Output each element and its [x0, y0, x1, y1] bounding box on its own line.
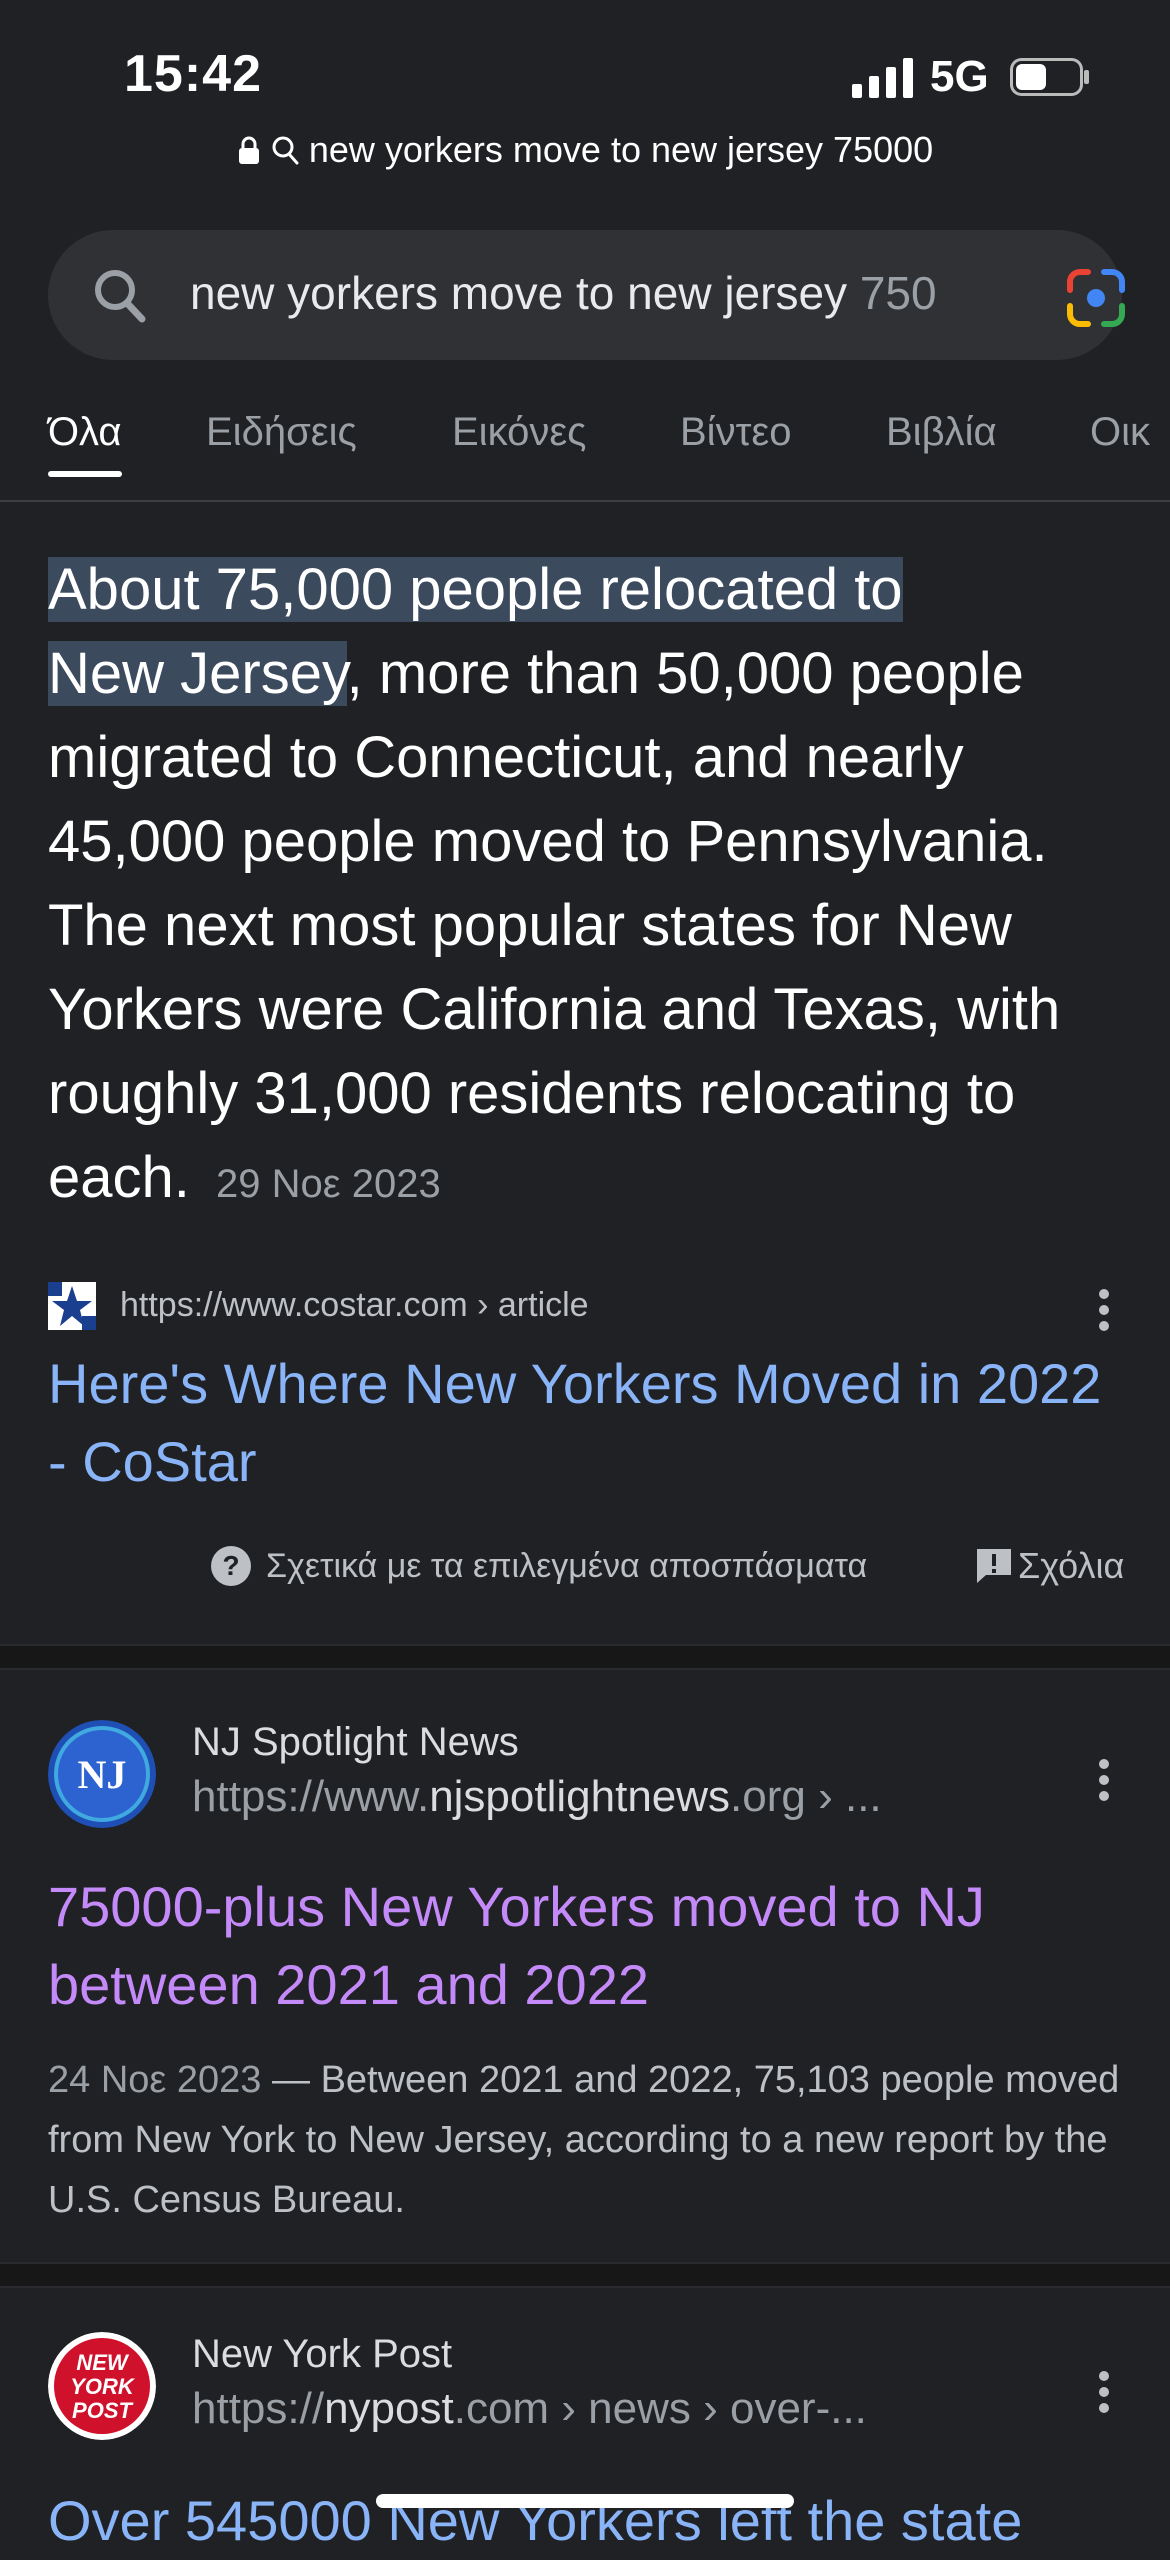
result-title-link[interactable]: 75000-plus New Yorkers moved to NJ betwe…: [48, 1868, 1118, 2024]
search-input[interactable]: new yorkers move to new jersey 750: [190, 266, 1020, 326]
costar-favicon: [48, 1282, 96, 1330]
result-site-name: New York Post: [192, 2332, 453, 2376]
result-divider: [0, 1644, 1170, 1670]
lock-icon: [238, 136, 259, 164]
status-time: 15:42: [124, 45, 262, 103]
new-york-post-logo: NEW YORK POST: [48, 2332, 156, 2440]
network-type: 5G: [930, 52, 989, 101]
feedback-link[interactable]: Σχόλια: [974, 1545, 1124, 1587]
browser-top-bar: 15:42 5G new yorkers move to new jersey …: [0, 0, 1170, 230]
tab-books[interactable]: Βιβλία: [886, 410, 997, 455]
about-featured-snippets-link[interactable]: ? Σχετικά με τα επιλεγμένα αποσπάσματα: [210, 1545, 867, 1587]
more-options-icon[interactable]: [1098, 2370, 1110, 2414]
search-result: NJ NJ Spotlight News https://www.njspotl…: [48, 1720, 1122, 2240]
feedback-label: Σχόλια: [1018, 1545, 1125, 1586]
tab-news[interactable]: Ειδήσεις: [206, 410, 357, 455]
more-options-icon[interactable]: [1098, 1758, 1110, 1802]
result-url: https://nypost.com › news › over-...: [192, 2384, 867, 2433]
result-snippet: 24 Νοε 2023 — Between 2021 and 2022, 75,…: [48, 2059, 1120, 2221]
tab-more[interactable]: Οικ: [1090, 410, 1150, 455]
help-icon: ?: [211, 1546, 251, 1586]
featured-snippet-title-link[interactable]: Here's Where New Yorkers Moved in 2022 -…: [48, 1345, 1108, 1501]
nj-spotlight-logo: NJ: [48, 1720, 156, 1828]
search-icon: [272, 136, 299, 165]
snippet-date: 29 Νοε 2023: [216, 1162, 441, 1206]
home-indicator[interactable]: [376, 2494, 794, 2508]
svg-text:POST: POST: [72, 2398, 133, 2423]
search-box[interactable]: new yorkers move to new jersey 750: [48, 230, 1125, 360]
battery-icon: [1010, 58, 1089, 96]
query-text-overflow: 750: [859, 267, 937, 319]
snippet-body: , more than 50,000 people migrated to Co…: [48, 641, 1061, 1210]
more-options-icon[interactable]: [1098, 1288, 1110, 1332]
feedback-icon: [977, 1549, 1011, 1583]
featured-snippet-source[interactable]: https://www.costar.com › article: [48, 1278, 1122, 1334]
tab-all[interactable]: Όλα: [48, 410, 122, 477]
source-url: https://www.costar.com › article: [120, 1286, 589, 1324]
result-divider: [0, 2262, 1170, 2288]
search-icon: [95, 270, 146, 323]
address-text: new yorkers move to new jersey 75000: [308, 129, 934, 170]
svg-text:NEW: NEW: [76, 2350, 130, 2375]
svg-text:?: ?: [222, 1550, 239, 1581]
tab-videos[interactable]: Βίντεο: [680, 410, 791, 455]
snippet-highlight: About 75,000 people relocated to: [48, 557, 903, 622]
snippet-highlight: New Jersey: [48, 641, 347, 706]
featured-snippet-text: About 75,000 people relocated to New Jers…: [48, 548, 1128, 1226]
tab-images[interactable]: Εικόνες: [452, 410, 586, 455]
featured-snippet-footer: ? Σχετικά με τα επιλεγμένα αποσπάσματα Σ…: [0, 1545, 1170, 1597]
cellular-signal-icon: [852, 58, 913, 98]
svg-text:YORK: YORK: [70, 2374, 136, 2399]
google-lens-icon[interactable]: [1064, 266, 1128, 330]
about-label: Σχετικά με τα επιλεγμένα αποσπάσματα: [266, 1546, 868, 1585]
search-tabs: Όλα Ειδήσεις Εικόνες Βίντεο Βιβλία Οικ: [0, 390, 1170, 502]
result-url: https://www.njspotlightnews.org › ...: [192, 1772, 882, 1821]
address-bar[interactable]: new yorkers move to new jersey 75000: [0, 120, 1170, 180]
result-site-name: NJ Spotlight News: [192, 1720, 519, 1764]
svg-text:NJ: NJ: [78, 1752, 127, 1797]
query-text: new yorkers move to new jersey: [190, 267, 860, 319]
